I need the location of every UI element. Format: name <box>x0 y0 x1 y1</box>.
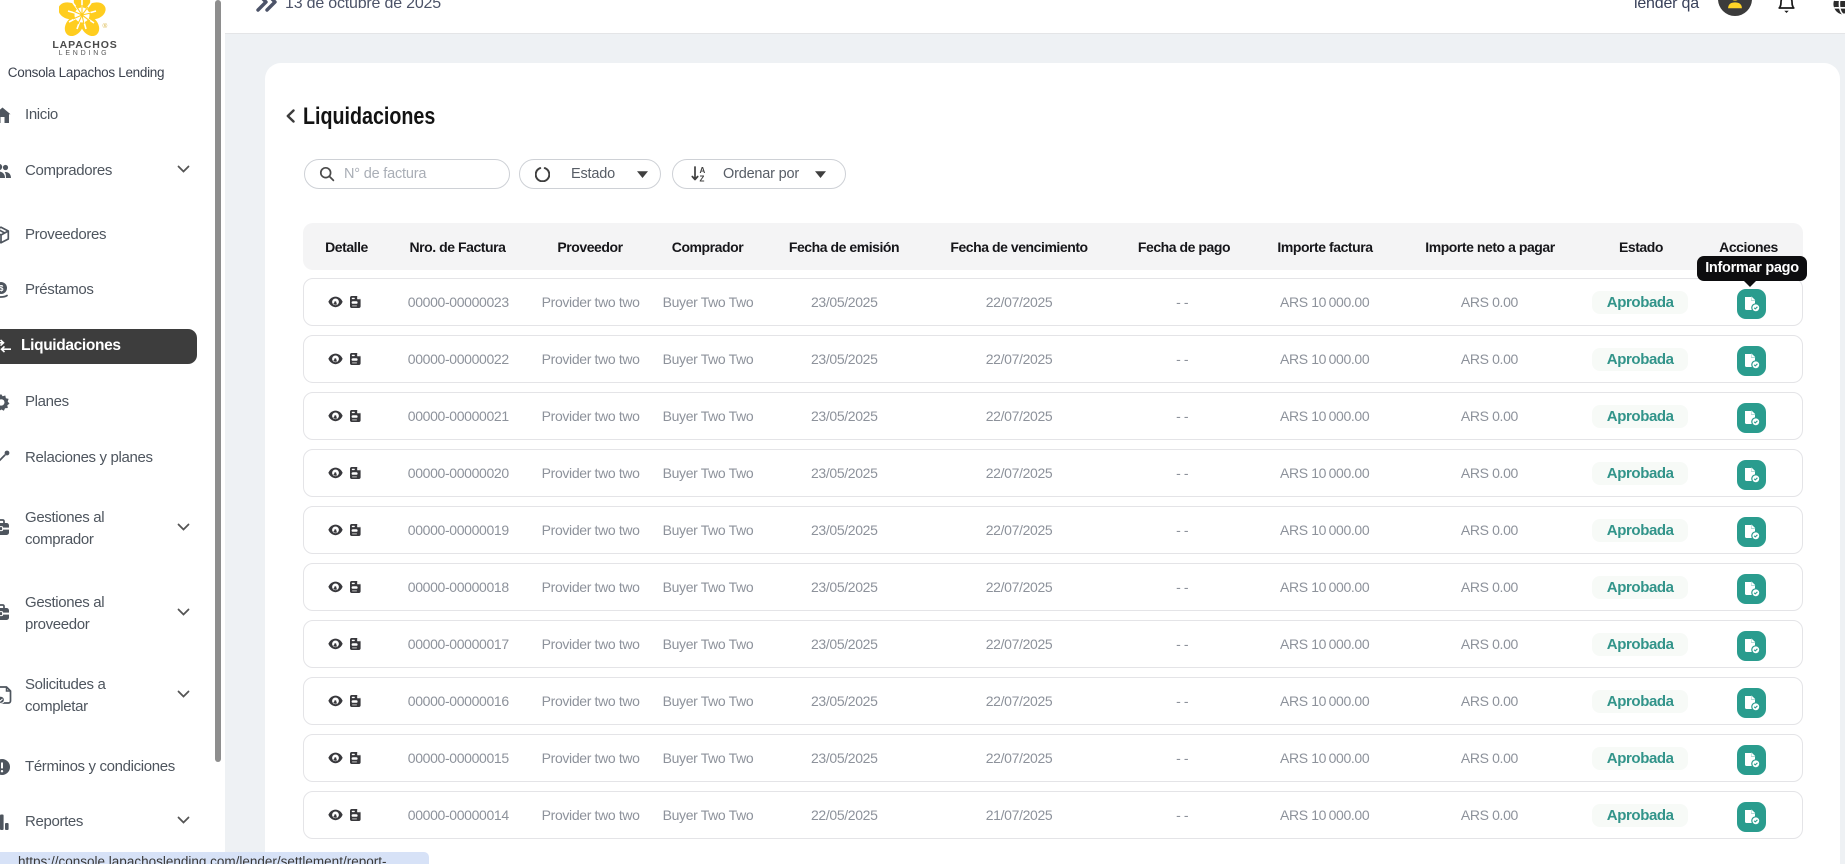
svg-text:®: ® <box>103 22 108 30</box>
svg-text:Z: Z <box>700 175 705 183</box>
